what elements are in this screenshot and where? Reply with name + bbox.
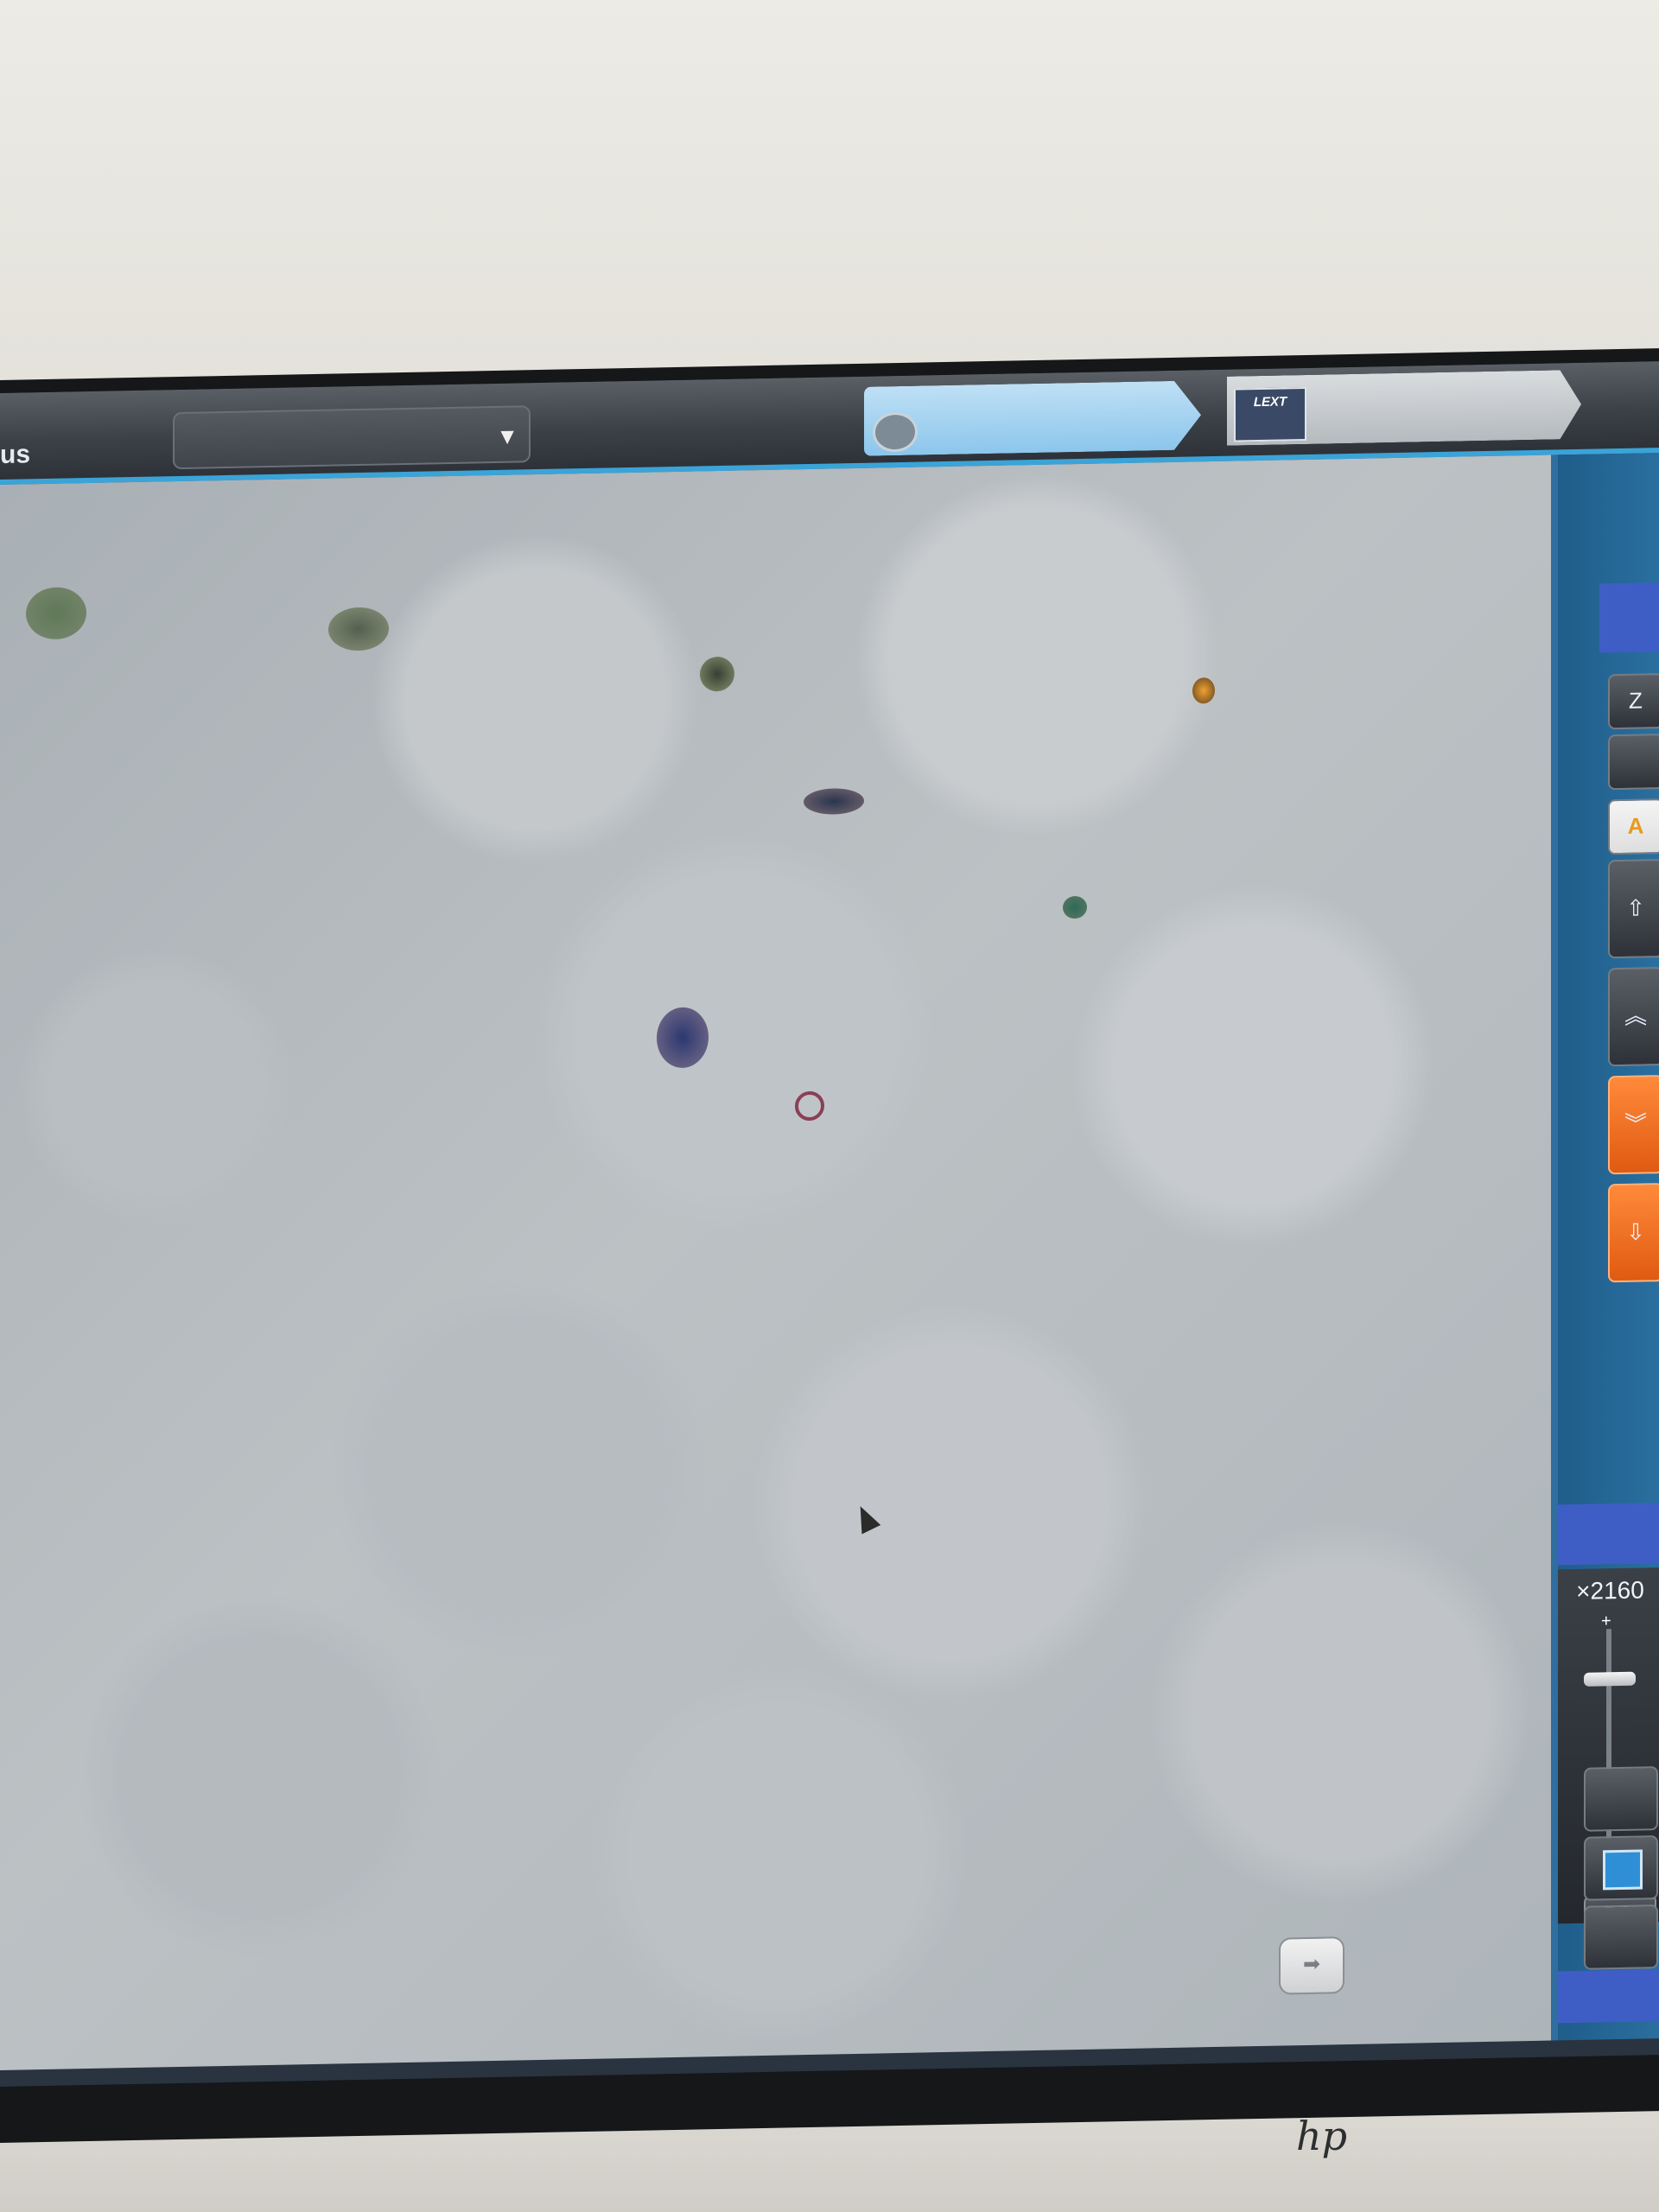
particle — [26, 587, 86, 640]
arrow-up-icon: ⇧ — [1626, 894, 1645, 921]
background-wall — [0, 0, 1659, 406]
panel-header — [1599, 582, 1659, 653]
microscope-live-image[interactable]: ➡ — [0, 454, 1558, 2070]
tab-camera-observation[interactable] — [864, 380, 1201, 455]
lext-logo-icon: LEXT — [1234, 387, 1306, 442]
square-region-icon — [1603, 1849, 1643, 1891]
camera-icon — [873, 412, 918, 453]
screen: us ▼ LEXT ➡ Z A ⇧ ︽ ︾ ⇩ ×2160 + — [0, 361, 1659, 2087]
particle — [700, 656, 734, 692]
z-secondary-button[interactable] — [1608, 734, 1659, 791]
chevron-down-icon: ▼ — [496, 423, 518, 449]
right-control-panel: Z A ⇧ ︽ ︾ ⇩ ×2160 + - ROI — [1558, 453, 1659, 2041]
z-button[interactable]: Z — [1608, 673, 1659, 730]
double-chevron-down-icon: ︾ — [1624, 1110, 1647, 1137]
particle — [1063, 895, 1087, 919]
z-label: Z — [1629, 687, 1643, 714]
particle — [804, 787, 864, 816]
tools-header — [1558, 1969, 1659, 2024]
hp-logo: hp — [1296, 2113, 1348, 2159]
tool-button-3[interactable] — [1584, 1904, 1658, 1970]
auto-focus-button[interactable]: A — [1608, 798, 1659, 855]
brand-label: us — [0, 440, 31, 469]
particle — [1192, 677, 1215, 704]
tool-button-1[interactable] — [1584, 1766, 1658, 1832]
move-up-button[interactable]: ⇧ — [1608, 859, 1659, 959]
fast-up-button[interactable]: ︽ — [1608, 967, 1659, 1067]
tab-lext-measurement[interactable]: LEXT — [1227, 370, 1581, 446]
double-chevron-up-icon: ︽ — [1624, 1002, 1647, 1029]
zoom-slider-thumb[interactable] — [1584, 1671, 1636, 1687]
auto-label: A — [1627, 812, 1644, 839]
zoom-value: ×2160 — [1576, 1576, 1644, 1605]
move-down-button[interactable]: ⇩ — [1608, 1183, 1659, 1283]
arrow-right-icon: ➡ — [1302, 1952, 1321, 1977]
particle — [657, 1007, 709, 1069]
zoom-header — [1558, 1503, 1659, 1566]
arrow-down-icon: ⇩ — [1626, 1218, 1645, 1245]
mouse-cursor — [850, 1502, 881, 1535]
particle — [328, 607, 389, 652]
observation-dropdown[interactable]: ▼ — [173, 405, 531, 470]
tool-button-region[interactable] — [1584, 1835, 1658, 1901]
fast-down-button[interactable]: ︾ — [1608, 1075, 1659, 1175]
arrow-right-button[interactable]: ➡ — [1279, 1936, 1344, 1995]
particle — [795, 1090, 824, 1122]
